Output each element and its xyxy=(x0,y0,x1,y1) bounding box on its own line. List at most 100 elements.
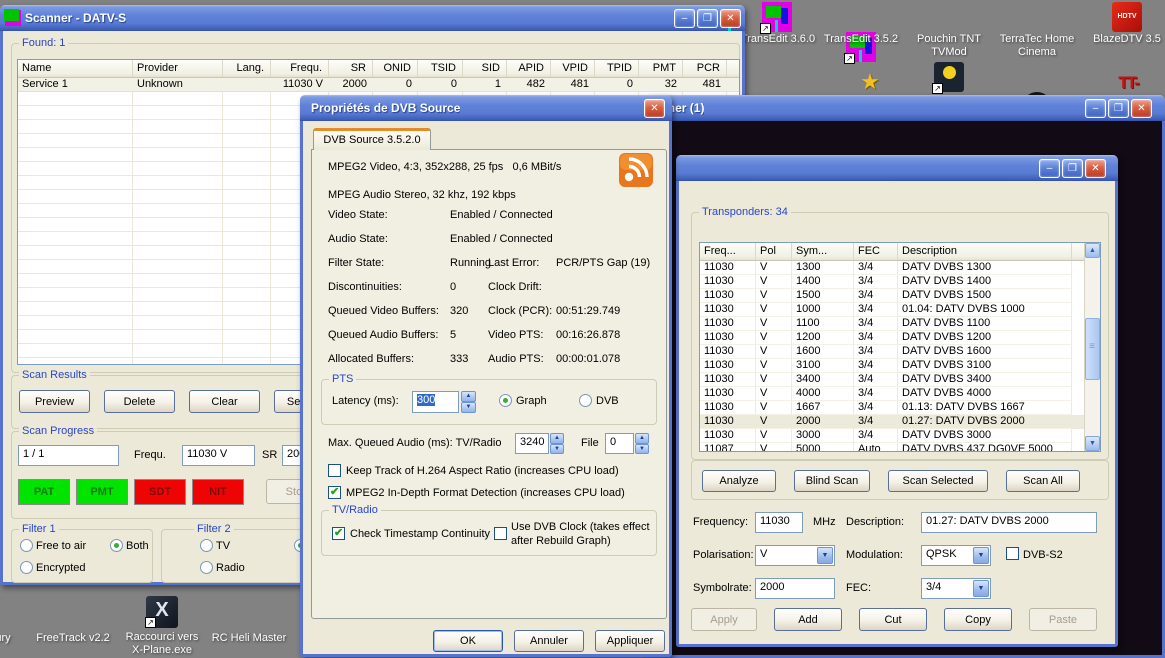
filter2-tv-label[interactable]: TV xyxy=(216,540,230,552)
dvb-radio-label[interactable]: DVB xyxy=(596,395,619,407)
filter1-both-label[interactable]: Both xyxy=(126,540,149,552)
filter1-both-radio[interactable] xyxy=(110,539,123,552)
dvbs2-checkbox[interactable] xyxy=(1006,547,1019,560)
dvb-dialog-titlebar[interactable]: Propriétés de DVB Source xyxy=(300,95,672,121)
transponder-row[interactable]: 11030 V 3400 3/4 DATV DVBS 3400 xyxy=(700,373,1100,387)
transponder-row[interactable]: 11030 V 4000 3/4 DATV DVBS 4000 xyxy=(700,387,1100,401)
scrollbar-thumb[interactable] xyxy=(1085,318,1100,380)
service-row[interactable]: Service 1Unknown11030 V20000014824810324… xyxy=(18,78,739,92)
blazedtv-label[interactable]: BlazeDTV 3.5 xyxy=(1072,33,1165,45)
chevron-down-icon[interactable]: ▼ xyxy=(973,547,989,564)
close-button[interactable]: ✕ xyxy=(1085,159,1106,178)
maximize-button[interactable]: ❐ xyxy=(697,9,718,28)
transponder-row[interactable]: 11087 V 5000 Auto DATV DVBS 437 DG0VE 50… xyxy=(700,443,1100,452)
transponder-row[interactable]: 11030 V 1400 3/4 DATV DVBS 1400 xyxy=(700,275,1100,289)
latency-field[interactable]: 300 xyxy=(412,391,459,413)
edit-button[interactable]: Cut xyxy=(859,608,927,631)
scan-results-button[interactable]: Delete xyxy=(104,390,175,413)
mpeg2-checkbox-label[interactable]: MPEG2 In-Depth Format Detection (increas… xyxy=(346,487,625,499)
dvbclock-checkbox-label2[interactable]: after Rebuild Graph) xyxy=(511,535,611,547)
transponder-row[interactable]: 11030 V 1200 3/4 DATV DVBS 1200 xyxy=(700,331,1100,345)
frequency-field[interactable]: 11030 xyxy=(755,512,803,533)
edit-button[interactable]: Apply xyxy=(691,608,757,631)
blazedtv-icon[interactable]: HDTV xyxy=(1112,2,1142,32)
h264-checkbox[interactable] xyxy=(328,464,341,477)
max-queued-file-spinner[interactable]: ▲▼ xyxy=(635,433,649,454)
maximize-button[interactable]: ❐ xyxy=(1062,159,1083,178)
transponder-row[interactable]: 11030 V 1000 3/4 01.04: DATV DVBS 1000 xyxy=(700,303,1100,317)
filter1-free-label[interactable]: Free to air xyxy=(36,540,86,552)
transponder-row[interactable]: 11030 V 1500 3/4 DATV DVBS 1500 xyxy=(700,289,1100,303)
timestamp-checkbox[interactable] xyxy=(332,527,345,540)
minimize-button[interactable]: – xyxy=(1085,99,1106,118)
scan-results-button[interactable]: Clear xyxy=(189,390,260,413)
scan-button[interactable]: Blind Scan xyxy=(794,470,870,492)
maximize-button[interactable]: ❐ xyxy=(1108,99,1129,118)
filter2-radio-label[interactable]: Radio xyxy=(216,562,245,574)
transponder-row[interactable]: 11030 V 1300 3/4 DATV DVBS 1300 xyxy=(700,261,1100,275)
latency-spinner[interactable]: ▲▼ xyxy=(461,391,476,413)
dvbclock-checkbox[interactable] xyxy=(494,527,507,540)
xplane-label2[interactable]: X-Plane.exe xyxy=(107,644,217,656)
ok-button[interactable]: OK xyxy=(433,630,503,652)
max-queued-tv-field[interactable]: 3240 xyxy=(515,433,549,454)
scan-button[interactable]: Scan Selected xyxy=(888,470,988,492)
graph-radio[interactable] xyxy=(499,394,512,407)
services-table-header[interactable]: NameProviderLang.Frequ.SRONIDTSIDSIDAPID… xyxy=(18,60,739,78)
transponder-row[interactable]: 11030 V 1667 3/4 01.13: DATV DVBS 1667 xyxy=(700,401,1100,415)
transponders-header[interactable]: Freq...PolSym...FECDescription xyxy=(700,243,1100,261)
chevron-down-icon[interactable]: ▼ xyxy=(973,580,989,597)
frequ-field[interactable]: 11030 V xyxy=(182,445,255,466)
vertical-scrollbar[interactable]: ▲ ▼ xyxy=(1084,243,1100,451)
terratec-label2[interactable]: Cinema xyxy=(982,46,1092,58)
cancel-button[interactable]: Annuler xyxy=(514,630,584,652)
filter1-free-radio[interactable] xyxy=(20,539,33,552)
progress-field[interactable]: 1 / 1 xyxy=(18,445,119,466)
apply-button[interactable]: Appliquer xyxy=(595,630,665,652)
scroll-down-icon[interactable]: ▼ xyxy=(1085,436,1100,451)
minimize-button[interactable]: – xyxy=(1039,159,1060,178)
scanner-titlebar[interactable]: Scanner - DATV-S xyxy=(0,5,745,31)
minimize-button[interactable]: – xyxy=(674,9,695,28)
scan-results-button[interactable]: Preview xyxy=(19,390,90,413)
scroll-up-icon[interactable]: ▲ xyxy=(1085,243,1100,258)
mpeg2-checkbox[interactable] xyxy=(328,486,341,499)
fec-select[interactable]: 3/4▼ xyxy=(921,578,991,599)
close-button[interactable]: ✕ xyxy=(644,99,665,118)
close-button[interactable]: ✕ xyxy=(720,9,741,28)
transponder-row[interactable]: 11030 V 1600 3/4 DATV DVBS 1600 xyxy=(700,345,1100,359)
filter2-radio-radio[interactable] xyxy=(200,561,213,574)
transponder-row[interactable]: 11030 V 1100 3/4 DATV DVBS 1100 xyxy=(700,317,1100,331)
edit-button[interactable]: Add xyxy=(774,608,842,631)
filter1-encrypted-radio[interactable] xyxy=(20,561,33,574)
edit-button[interactable]: Paste xyxy=(1029,608,1097,631)
transponder-row[interactable]: 11030 V 2000 3/4 01.27: DATV DVBS 2000 xyxy=(700,415,1100,429)
polarisation-select[interactable]: V▼ xyxy=(755,545,835,566)
wand-icon[interactable]: ★ xyxy=(855,68,885,98)
graph-radio-label[interactable]: Graph xyxy=(516,395,547,407)
chevron-down-icon[interactable]: ▼ xyxy=(817,547,833,564)
h264-checkbox-label[interactable]: Keep Track of H.264 Aspect Ratio (increa… xyxy=(346,465,619,477)
timestamp-checkbox-label[interactable]: Check Timestamp Continuity xyxy=(350,528,490,540)
transedit-360-icon[interactable]: ↗ xyxy=(762,2,792,32)
dvb-radio[interactable] xyxy=(579,394,592,407)
scan-button[interactable]: Scan All xyxy=(1006,470,1080,492)
close-button[interactable]: ✕ xyxy=(1131,99,1152,118)
pouchin-tnt-icon[interactable]: ↗ xyxy=(934,62,964,92)
transponder-row[interactable]: 11030 V 3000 3/4 DATV DVBS 3000 xyxy=(700,429,1100,443)
filter2-tv-radio[interactable] xyxy=(200,539,213,552)
max-queued-tv-spinner[interactable]: ▲▼ xyxy=(550,433,564,454)
tab-dvb-source[interactable]: DVB Source 3.5.2.0 xyxy=(313,128,431,150)
transponders-header-cell: Sym... xyxy=(792,243,854,260)
modulation-select[interactable]: QPSK▼ xyxy=(921,545,991,566)
symbolrate-field[interactable]: 2000 xyxy=(755,578,835,599)
transponder-row[interactable]: 11030 V 3100 3/4 DATV DVBS 3100 xyxy=(700,359,1100,373)
edit-button[interactable]: Copy xyxy=(944,608,1012,631)
rcheli-label[interactable]: RC Heli Master xyxy=(194,632,304,644)
dvbclock-checkbox-label[interactable]: Use DVB Clock (takes effect xyxy=(511,521,650,533)
filter1-encrypted-label[interactable]: Encrypted xyxy=(36,562,86,574)
max-queued-file-field[interactable]: 0 xyxy=(605,433,634,454)
dvbs2-label[interactable]: DVB-S2 xyxy=(1023,549,1063,561)
description-field[interactable]: 01.27: DATV DVBS 2000 xyxy=(921,512,1097,533)
scan-button[interactable]: Analyze xyxy=(702,470,776,492)
